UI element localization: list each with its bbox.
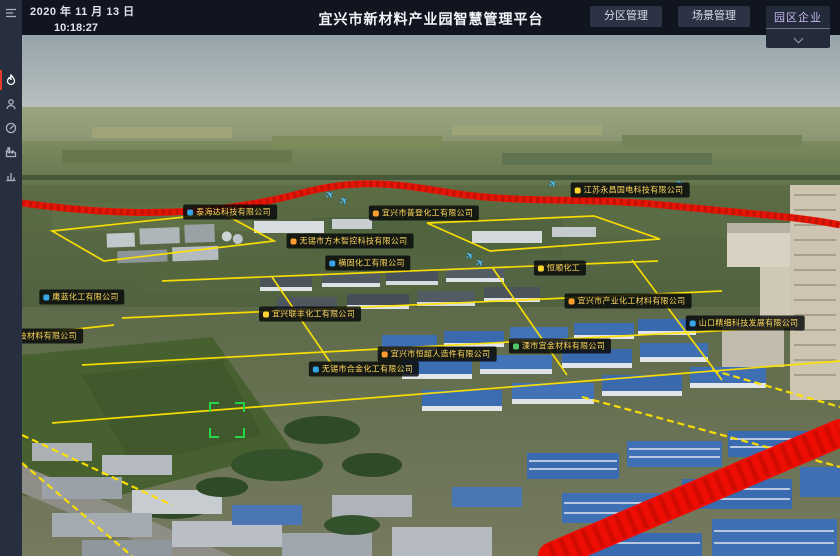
sidebar xyxy=(0,0,22,556)
plane-icon[interactable]: ✈ xyxy=(336,193,351,209)
plane-icon[interactable]: ✈ xyxy=(545,176,560,192)
company-icon xyxy=(569,298,575,304)
company-label[interactable]: 胶科技材料有限公司 xyxy=(22,329,83,344)
person-icon[interactable] xyxy=(0,92,22,116)
company-label[interactable]: 鹰蓝化工有限公司 xyxy=(39,290,124,305)
company-icon xyxy=(43,294,49,300)
company-label[interactable]: 宜兴市恒超人造件有限公司 xyxy=(378,347,497,362)
company-icon xyxy=(513,343,519,349)
company-label[interactable]: 溧市宜金材料有限公司 xyxy=(509,339,611,354)
top-bar: 2020 年 11 月 13 日 10:18:27 宜兴市新材料产业园智慧管理平… xyxy=(22,0,840,35)
plane-icon[interactable]: ✈ xyxy=(472,255,487,271)
app-window: 2020 年 11 月 13 日 10:18:27 宜兴市新材料产业园智慧管理平… xyxy=(0,0,840,556)
gauge-icon[interactable] xyxy=(0,116,22,140)
map-3d-viewport[interactable]: 泰海达科技有限公司 宜兴市普登化工有限公司无锡市方木智控科技有限公司横固化工有限公… xyxy=(22,35,840,556)
company-icon xyxy=(690,320,696,326)
company-icon xyxy=(373,210,379,216)
bar-chart-icon[interactable] xyxy=(0,164,22,188)
company-name: 无锡市方木智控科技有限公司 xyxy=(300,236,408,247)
company-name: 江苏永昌国电科技有限公司 xyxy=(584,185,684,196)
company-label[interactable]: 泰海达科技有限公司 xyxy=(183,205,277,220)
company-name: 山口精细科技发展有限公司 xyxy=(699,318,799,329)
company-name: 鹰蓝化工有限公司 xyxy=(52,292,118,303)
company-label[interactable]: 恒顺化工 xyxy=(534,261,586,276)
company-icon xyxy=(291,238,297,244)
zone-management-button[interactable]: 分区管理 xyxy=(590,6,662,27)
company-label[interactable]: 横固化工有限公司 xyxy=(325,256,410,271)
company-label[interactable]: 宜兴联丰化工有限公司 xyxy=(259,307,361,322)
company-icon xyxy=(187,209,193,215)
company-icon xyxy=(329,260,335,266)
company-name: 溧市宜金材料有限公司 xyxy=(522,341,605,352)
factory-icon[interactable] xyxy=(0,140,22,164)
company-label[interactable]: 无锡市合金化工有限公司 xyxy=(309,362,419,377)
chevron-down-icon xyxy=(793,34,803,44)
marker-layer: 泰海达科技有限公司 宜兴市普登化工有限公司无锡市方木智控科技有限公司横固化工有限公… xyxy=(22,35,840,556)
scene-management-button[interactable]: 场景管理 xyxy=(678,6,750,27)
company-icon xyxy=(313,366,319,372)
flame-icon[interactable] xyxy=(0,68,22,92)
dropdown-label: 园区企业 xyxy=(766,9,830,29)
company-name: 恒顺化工 xyxy=(547,263,580,274)
top-bar-actions: 分区管理 场景管理 园区企业 xyxy=(590,6,830,48)
company-label[interactable]: 宜兴市普登化工有限公司 xyxy=(369,206,479,221)
company-icon xyxy=(575,187,581,193)
company-name: 宜兴市产业化工材料有限公司 xyxy=(578,296,686,307)
company-name: 胶科技材料有限公司 xyxy=(22,331,77,342)
company-name: 横固化工有限公司 xyxy=(338,258,404,269)
plane-icon[interactable]: ✈ xyxy=(322,187,337,203)
company-name: 宜兴联丰化工有限公司 xyxy=(272,309,355,320)
company-label[interactable]: 无锡市方木智控科技有限公司 xyxy=(287,234,414,249)
park-enterprise-dropdown[interactable]: 园区企业 xyxy=(766,6,830,48)
menu-icon[interactable] xyxy=(0,0,22,26)
selection-brackets xyxy=(209,402,245,438)
company-label[interactable]: 山口精细科技发展有限公司 xyxy=(686,316,805,331)
company-icon xyxy=(382,351,388,357)
company-label[interactable]: 宜兴市产业化工材料有限公司 xyxy=(565,294,692,309)
company-icon xyxy=(263,311,269,317)
company-name: 无锡市合金化工有限公司 xyxy=(322,364,413,375)
company-name: 宜兴市恒超人造件有限公司 xyxy=(391,349,491,360)
company-label[interactable]: 江苏永昌国电科技有限公司 xyxy=(571,183,690,198)
company-name: 宜兴市普登化工有限公司 xyxy=(382,208,473,219)
company-name: 泰海达科技有限公司 xyxy=(196,207,271,218)
company-icon xyxy=(538,265,544,271)
